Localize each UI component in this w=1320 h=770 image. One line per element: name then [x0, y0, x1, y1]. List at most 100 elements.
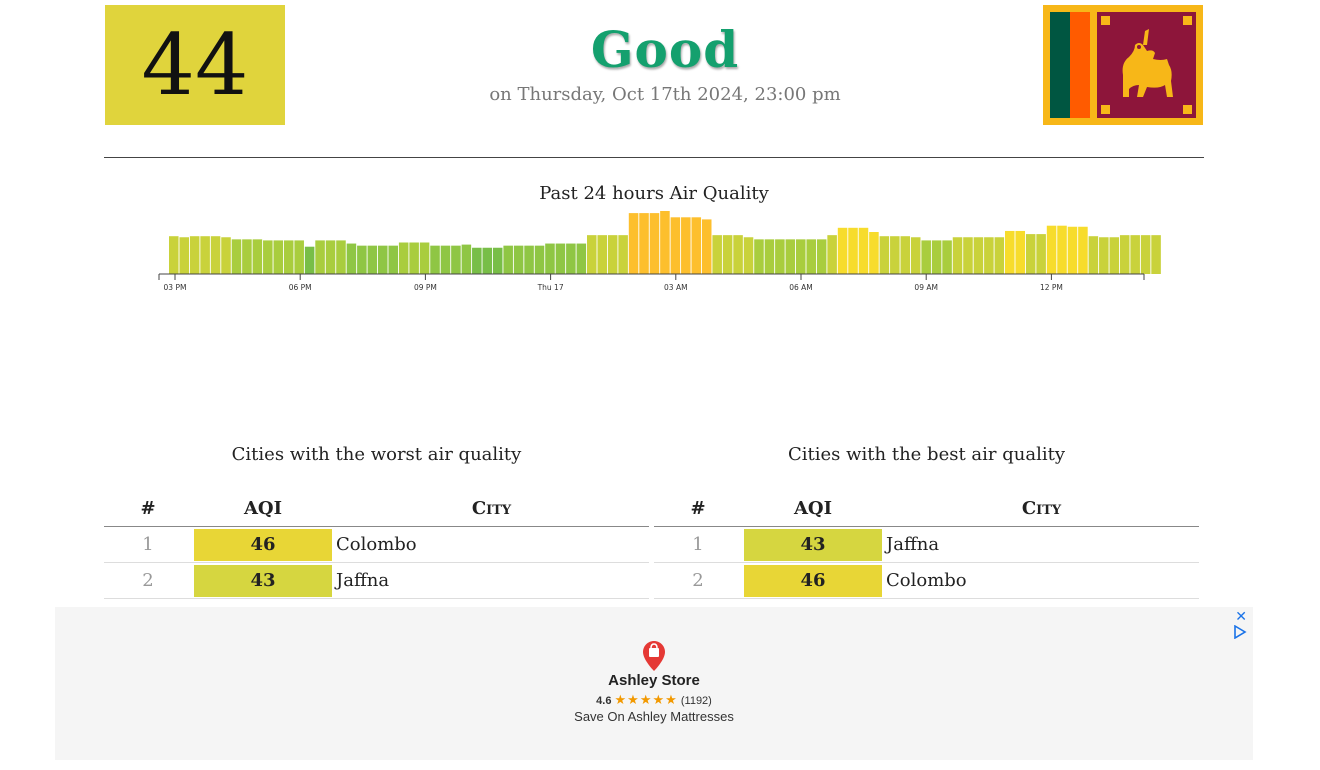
- chart-bar[interactable]: [900, 236, 911, 274]
- chart-bar[interactable]: [388, 245, 398, 274]
- chart-bar[interactable]: [210, 236, 221, 274]
- chart-bar[interactable]: [461, 244, 472, 274]
- chart-bar[interactable]: [1140, 235, 1151, 274]
- chart-bar[interactable]: [545, 243, 555, 274]
- chart-bar[interactable]: [754, 239, 764, 274]
- chart-bar[interactable]: [1109, 237, 1120, 274]
- chart-bar[interactable]: [419, 242, 430, 275]
- ad-store-name[interactable]: Ashley Store: [55, 672, 1253, 689]
- chart-bar[interactable]: [492, 247, 503, 274]
- city-cell[interactable]: Colombo: [884, 562, 1199, 599]
- chart-bar[interactable]: [712, 235, 722, 274]
- chart-bar[interactable]: [304, 246, 315, 274]
- chart-bar[interactable]: [1119, 235, 1130, 274]
- chart-bar[interactable]: [890, 236, 900, 274]
- chart-bar[interactable]: [315, 240, 325, 274]
- chart-bar[interactable]: [482, 247, 493, 274]
- chart-bar[interactable]: [451, 245, 461, 274]
- chart-bar[interactable]: [325, 240, 336, 274]
- chart-bar[interactable]: [576, 243, 587, 274]
- chart-bar[interactable]: [994, 237, 1005, 274]
- chart-bar[interactable]: [733, 235, 743, 274]
- chart-bar[interactable]: [618, 235, 628, 274]
- chart-bar[interactable]: [963, 237, 973, 274]
- chart-bar[interactable]: [973, 237, 984, 274]
- chart-bar[interactable]: [179, 237, 189, 274]
- chart-bar[interactable]: [1130, 235, 1140, 274]
- chart-bar[interactable]: [169, 236, 179, 274]
- chart-bar[interactable]: [1078, 226, 1088, 274]
- chart-bar[interactable]: [587, 235, 597, 274]
- chart-bar[interactable]: [869, 232, 879, 274]
- chart-bar[interactable]: [534, 245, 545, 274]
- chart-bar[interactable]: [357, 245, 367, 274]
- chart-bar[interactable]: [346, 243, 357, 274]
- chart-bar[interactable]: [398, 242, 409, 275]
- chart-bar[interactable]: [1036, 234, 1046, 274]
- chart-bar[interactable]: [942, 240, 952, 274]
- chart-bar[interactable]: [378, 245, 388, 274]
- chart-bar[interactable]: [722, 235, 733, 274]
- chart-bar[interactable]: [189, 236, 200, 274]
- chart-bar[interactable]: [221, 237, 231, 274]
- chart-bar[interactable]: [691, 217, 702, 274]
- chart-bar[interactable]: [597, 235, 607, 274]
- city-cell[interactable]: Colombo: [334, 526, 649, 563]
- chart-bar[interactable]: [743, 237, 754, 274]
- chart-bar[interactable]: [367, 245, 378, 274]
- chart-bar[interactable]: [984, 237, 994, 274]
- chart-bar[interactable]: [660, 211, 670, 274]
- chart-bar[interactable]: [472, 247, 482, 274]
- chart-bar[interactable]: [921, 240, 931, 274]
- chart-bar[interactable]: [785, 239, 796, 274]
- chart-bar[interactable]: [1067, 226, 1078, 274]
- chart-bar[interactable]: [555, 243, 566, 274]
- chart-bar[interactable]: [409, 242, 419, 275]
- chart-bar[interactable]: [1005, 230, 1015, 274]
- chart-bar[interactable]: [1057, 225, 1067, 274]
- chart-bar[interactable]: [1099, 237, 1109, 274]
- chart-bar[interactable]: [1088, 236, 1099, 274]
- ad-tagline[interactable]: Save On Ashley Mattresses: [55, 709, 1253, 724]
- chart-bar[interactable]: [440, 245, 451, 274]
- chart-bar[interactable]: [879, 236, 890, 274]
- city-cell[interactable]: Jaffna: [334, 562, 649, 599]
- chart-bar[interactable]: [670, 217, 681, 274]
- chart-bar[interactable]: [796, 239, 806, 274]
- chart-bar[interactable]: [681, 217, 691, 274]
- chart-bar[interactable]: [200, 236, 210, 274]
- chart-bar[interactable]: [775, 239, 785, 274]
- chart-bar[interactable]: [566, 243, 576, 274]
- ad-choices-icon[interactable]: [1233, 625, 1247, 639]
- chart-bar[interactable]: [1025, 234, 1036, 274]
- chart-bar[interactable]: [242, 239, 252, 274]
- chart-bar[interactable]: [848, 227, 858, 274]
- chart-bar[interactable]: [430, 245, 440, 274]
- chart-bar[interactable]: [827, 235, 837, 274]
- chart-bar[interactable]: [628, 213, 639, 274]
- chart-bar[interactable]: [639, 213, 649, 274]
- close-icon[interactable]: ✕: [1235, 609, 1247, 625]
- advertisement[interactable]: ✕ Ashley Store 4.6 ★★★★★ (1192) Save On …: [55, 607, 1253, 760]
- chart-bar[interactable]: [283, 240, 294, 274]
- chart-bar[interactable]: [513, 245, 524, 274]
- chart-bar[interactable]: [701, 219, 712, 274]
- chart-bar[interactable]: [806, 239, 816, 274]
- chart-bar[interactable]: [263, 240, 273, 274]
- chart-bar[interactable]: [252, 239, 263, 274]
- chart-bar[interactable]: [764, 239, 775, 274]
- chart-bar[interactable]: [1015, 230, 1025, 274]
- chart-bar[interactable]: [910, 237, 921, 274]
- chart-bar[interactable]: [336, 240, 346, 274]
- chart-bar[interactable]: [294, 240, 304, 274]
- chart-bar[interactable]: [952, 237, 963, 274]
- chart-bar[interactable]: [837, 227, 848, 274]
- chart-bar[interactable]: [503, 245, 513, 274]
- chart-bar[interactable]: [607, 235, 618, 274]
- chart-bar[interactable]: [931, 240, 942, 274]
- chart-bar[interactable]: [649, 213, 660, 274]
- chart-bar[interactable]: [231, 239, 242, 274]
- chart-bar[interactable]: [858, 227, 869, 274]
- city-cell[interactable]: Jaffna: [884, 526, 1199, 563]
- chart-bar[interactable]: [273, 240, 284, 274]
